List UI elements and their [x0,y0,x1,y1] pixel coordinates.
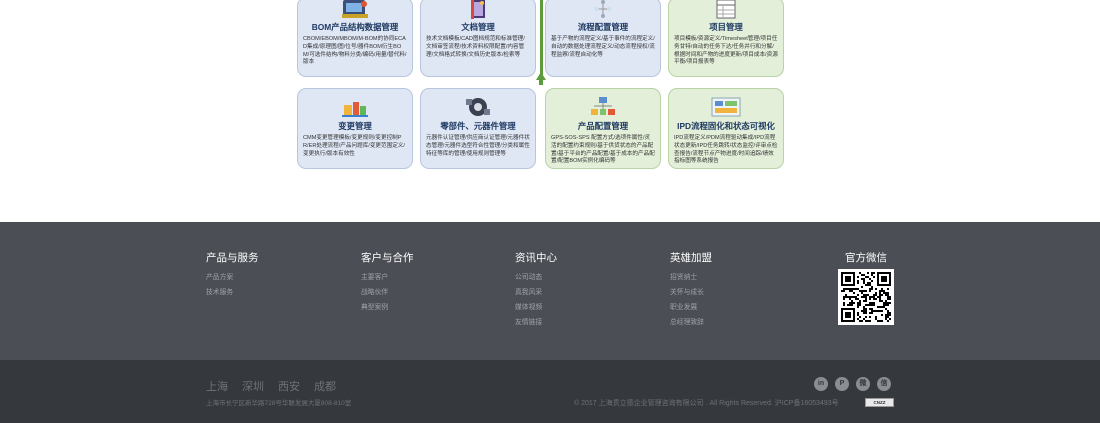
city-name: 上海 [206,381,228,393]
module-title: 产品配置管理 [577,121,629,131]
module-section: BOM产品结构数据管理 CBOM/EBOM/MBOM/M-BOM的协同ECAD集… [0,0,1100,222]
module-desc: CMM变更管理模板/变更规则/变更控制PR/ER处理流程/产品问题库/变更范围定… [303,135,405,157]
ipd-icon [674,89,778,119]
module-desc: IPD流程定义/PDM流程驱动集成/IPD流程状态更新/IPD任务跳转/状态监控… [674,135,778,165]
module-card-configuration[interactable]: 产品配置管理 GPS-SOS-SPS 配置方式/选项件属性/灵活的配置约束规则/… [545,88,661,169]
wechat-icon[interactable]: 信 [877,377,891,391]
module-desc: GPS-SOS-SPS 配置方式/选项件属性/灵活的配置约束规则/基于供货状态的… [551,135,655,165]
footer-link[interactable]: 典型案例 [361,300,414,315]
module-title: 零部件、元器件管理 [440,121,516,131]
module-title: 项目管理 [709,22,743,32]
social-links: in P 微 信 [814,377,891,391]
connector-line [540,0,543,80]
footer-column-head: 英雄加盟 [670,252,712,264]
module-card-workflow[interactable]: 流程配置管理 基于产物的流程定义/基于事件的流程定义/自动的数据处理流程定义/动… [545,0,661,77]
configuration-icon [551,89,655,119]
workflow-icon [551,0,655,20]
module-desc: CBOM/EBOM/MBOM/M-BOM的协同ECAD集成/原理图/图/位号/器… [303,36,407,66]
copyright: © 2017 上海贯立德企业管理咨询有限公司 . All Rights Rese… [574,400,839,407]
footer-link[interactable]: 友情链接 [515,315,557,330]
wechat-qr-code [838,269,894,325]
document-icon [426,0,530,20]
change-icon [303,89,407,119]
weibo-icon[interactable]: 微 [856,377,870,391]
pinterest-icon[interactable]: P [835,377,849,391]
footer-link[interactable]: 主要客户 [361,270,414,285]
module-card-bom[interactable]: BOM产品结构数据管理 CBOM/EBOM/MBOM/M-BOM的协同ECAD集… [297,0,413,77]
footer-column-customers: 客户与合作 主要客户 战略伙伴 典型案例 [361,252,414,315]
footer-column-head: 客户与合作 [361,252,414,264]
city-name: 深圳 [242,381,264,393]
module-card-change[interactable]: 变更管理 CMM变更管理模板/变更规则/变更控制PR/ER处理流程/产品问题库/… [297,88,413,169]
cnzz-badge[interactable]: CNZZ [865,398,894,407]
module-desc: 元器件认证管理/供应商认证管理/元器件状态管理/元器件选型符合性管理/分类和属性… [426,135,530,157]
footer-link[interactable]: 职业发展 [670,300,712,315]
company-address: 上海市长宁区新华路728号华联发展大厦808-810室 [206,400,352,407]
module-desc: 技术文档模板/CAD图档规范和标准管理/文档审签流程/技术资料权限配置/内容管理… [426,36,525,58]
module-title: BOM产品结构数据管理 [311,22,399,32]
footer-links: 产品与服务 产品方案 技术服务 客户与合作 主要客户 战略伙伴 典型案例 资讯中… [0,222,1100,360]
wechat-title: 官方微信 [845,252,887,264]
footer-link[interactable]: 媒体视频 [515,300,557,315]
module-title: 流程配置管理 [577,22,629,32]
project-icon [674,0,778,20]
city-list: 上海 深圳 西安 成都 [206,378,336,394]
connector-arrow-stem [539,79,543,85]
footer-link[interactable]: 产品方案 [206,270,259,285]
linkedin-icon[interactable]: in [814,377,828,391]
module-card-parts[interactable]: 零部件、元器件管理 元器件认证管理/供应商认证管理/元器件状态管理/元器件选型符… [420,88,536,169]
module-card-document[interactable]: 文档管理 技术文档模板/CAD图档规范和标准管理/文档审签流程/技术资料权限配置… [420,0,536,77]
footer-link[interactable]: 公司动态 [515,270,557,285]
city-name: 成都 [314,381,336,393]
parts-icon [426,89,530,119]
module-title: 文档管理 [461,22,495,32]
footer-link[interactable]: 真我风采 [515,285,557,300]
bom-icon [303,0,407,20]
footer-link[interactable]: 技术服务 [206,285,259,300]
footer-link[interactable]: 招贤纳士 [670,270,712,285]
wechat-block: 官方微信 [838,252,894,325]
module-card-project[interactable]: 项目管理 项目模板/资源定义/Timesheet管理/项目任务甘特/自动的任务下… [668,0,784,77]
footer-column-join: 英雄加盟 招贤纳士 关怀与成长 职业发展 总经理致辞 [670,252,712,330]
footer-column-head: 资讯中心 [515,252,557,264]
module-title: IPD流程固化和状态可视化 [677,121,775,131]
module-desc: 项目模板/资源定义/Timesheet管理/项目任务甘特/自动的任务下达/任务并… [674,36,778,66]
footer-link[interactable]: 战略伙伴 [361,285,414,300]
module-title: 变更管理 [338,121,372,131]
footer-link[interactable]: 关怀与成长 [670,285,712,300]
city-name: 西安 [278,381,300,393]
footer-link[interactable]: 总经理致辞 [670,315,712,330]
module-desc: 基于产物的流程定义/基于事件的流程定义/自动的数据处理流程定义/动态流程授权/流… [551,36,655,58]
footer-column-products: 产品与服务 产品方案 技术服务 [206,252,259,300]
footer-bottom: 上海 深圳 西安 成都 上海市长宁区新华路728号华联发展大厦808-810室 … [0,360,1100,423]
footer-column-head: 产品与服务 [206,252,259,264]
footer-column-news: 资讯中心 公司动态 真我风采 媒体视频 友情链接 [515,252,557,330]
module-card-ipd[interactable]: IPD流程固化和状态可视化 IPD流程定义/PDM流程驱动集成/IPD流程状态更… [668,88,784,169]
